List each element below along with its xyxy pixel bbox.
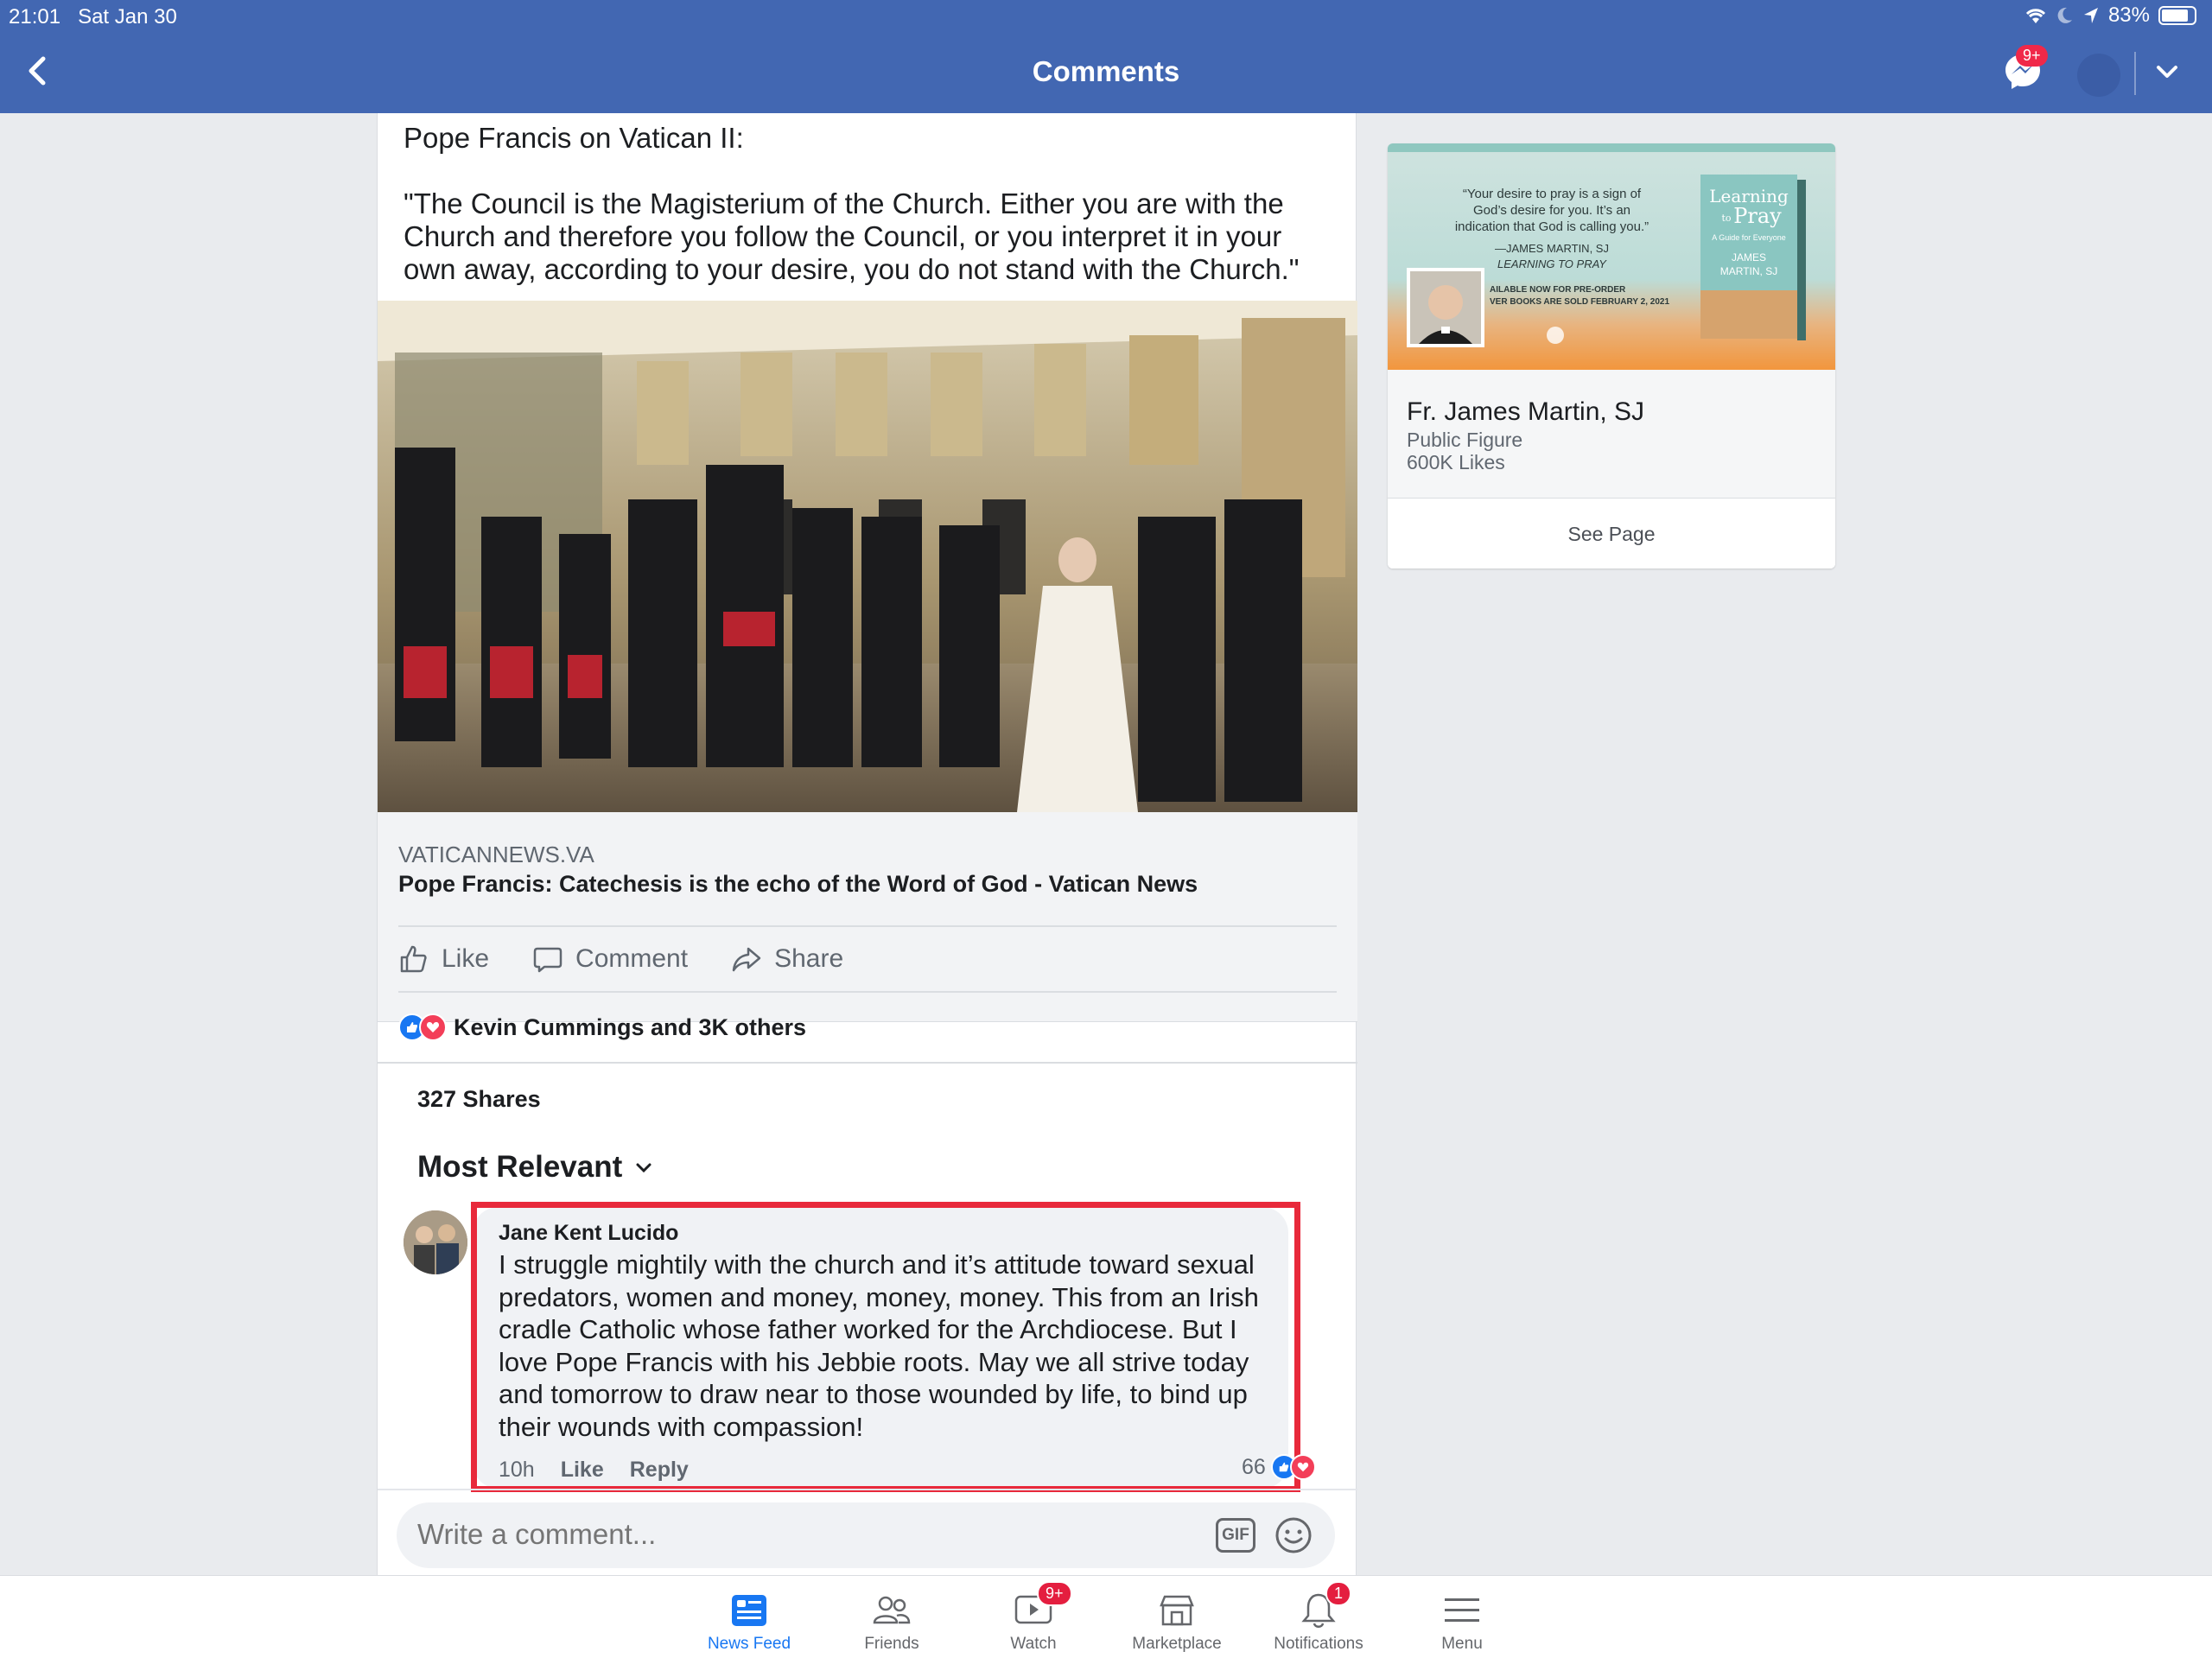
messenger-badge: 9+ — [2016, 45, 2048, 67]
chevron-down-icon[interactable] — [2152, 57, 2183, 88]
status-time: 21:01 Sat Jan 30 — [9, 5, 177, 29]
thumbs-up-icon — [400, 945, 427, 973]
promo-quote-1: “Your desire to pray is a sign of — [1463, 187, 1642, 201]
like-button[interactable]: Like — [398, 943, 489, 975]
location-icon — [2083, 8, 2098, 23]
promo-book-subtitle: A Guide for Everyone — [1712, 233, 1786, 242]
comment-button[interactable]: Comment — [532, 943, 688, 975]
shares-count[interactable]: 327 Shares — [417, 1086, 541, 1113]
page-title: Comments — [1032, 55, 1180, 87]
tab-menu[interactable]: Menu — [1402, 1591, 1522, 1654]
vatican-hall-photo — [378, 301, 1357, 812]
news-feed-icon — [732, 1595, 766, 1626]
post-text-quote: "The Council is the Magisterium of the C… — [404, 187, 1300, 285]
divider — [398, 925, 1337, 927]
moon-icon — [2057, 7, 2072, 23]
tab-label: Notifications — [1274, 1635, 1363, 1653]
sort-label: Most Relevant — [417, 1150, 623, 1184]
comment-sort-dropdown[interactable]: Most Relevant — [417, 1150, 653, 1185]
reactions-summary[interactable]: Kevin Cummings and 3K others — [398, 1013, 806, 1041]
battery-percent: 83% — [2107, 3, 2150, 27]
post-container: Pope Francis on Vatican II: "The Council… — [377, 113, 1357, 1575]
status-indicators: 83% — [2024, 3, 2196, 28]
post-text: Pope Francis on Vatican II: "The Council… — [404, 122, 1337, 319]
comment-composer[interactable]: GIF — [397, 1502, 1335, 1568]
gif-label: GIF — [1222, 1526, 1249, 1544]
link-domain: VATICANNEWS.VA — [398, 842, 594, 867]
tab-label: Friends — [864, 1635, 919, 1653]
tab-watch[interactable]: 9+ Watch — [973, 1581, 1094, 1654]
comment-time: 10h — [499, 1458, 535, 1482]
comment-author[interactable]: Jane Kent Lucido — [499, 1221, 678, 1246]
chevron-down-icon — [636, 1163, 652, 1173]
marketplace-icon — [1160, 1595, 1194, 1626]
watch-badge: 9+ — [1037, 1581, 1072, 1606]
tab-notifications[interactable]: 1 Notifications — [1258, 1581, 1379, 1654]
tab-label: Menu — [1441, 1635, 1483, 1653]
see-page-button[interactable]: See Page — [1388, 498, 1835, 569]
promo-book-author-1: JAMES — [1732, 251, 1766, 264]
notifications-badge: 1 — [1325, 1581, 1352, 1606]
divider — [398, 991, 1337, 993]
gif-button[interactable]: GIF — [1216, 1518, 1255, 1553]
page-suggestion-card[interactable]: “Your desire to pray is a sign of God’s … — [1388, 143, 1835, 569]
promo-book-name: LEARNING TO PRAY — [1497, 257, 1607, 270]
profile-avatar[interactable] — [2077, 54, 2120, 97]
commenter-avatar[interactable] — [404, 1210, 467, 1274]
tab-label: Watch — [1010, 1635, 1057, 1653]
comment-text: I struggle mightily with the church and … — [499, 1249, 1259, 1442]
promo-quote-2: God’s desire for you. It’s an — [1473, 203, 1630, 218]
battery-icon — [2158, 6, 2196, 25]
comment-meta: 10h Like Reply — [499, 1458, 689, 1483]
header-divider — [2134, 52, 2136, 95]
divider — [378, 1062, 1357, 1064]
share-icon — [732, 947, 761, 972]
post-text-intro: Pope Francis on Vatican II: — [404, 122, 744, 154]
tab-news-feed[interactable]: News Feed — [689, 1591, 810, 1654]
page-name[interactable]: Fr. James Martin, SJ — [1407, 397, 1644, 427]
comment-reaction-count: 66 — [1242, 1454, 1266, 1479]
comment-input[interactable] — [417, 1518, 1195, 1551]
share-button[interactable]: Share — [731, 943, 843, 975]
wifi-icon — [2025, 9, 2046, 23]
promo-attribution: —JAMES MARTIN, SJ — [1495, 242, 1609, 255]
status-date: Sat Jan 30 — [78, 5, 177, 29]
tab-friends[interactable]: Friends — [831, 1591, 952, 1654]
comment-like-button[interactable]: Like — [561, 1458, 604, 1483]
book-promo-image: “Your desire to pray is a sign of God’s … — [1388, 143, 1835, 347]
hamburger-menu-icon — [1445, 1598, 1479, 1622]
tab-marketplace[interactable]: Marketplace — [1116, 1591, 1237, 1654]
post-actions: Like Comment Share — [398, 929, 843, 989]
friends-icon — [873, 1596, 911, 1624]
emoji-icon[interactable] — [1274, 1516, 1313, 1554]
comment-reactions[interactable]: 66 — [1242, 1454, 1316, 1480]
page-likes: 600K Likes — [1407, 451, 1505, 473]
love-reaction-icon — [1289, 1454, 1316, 1480]
promo-book-title-2: to — [1721, 213, 1731, 224]
love-reaction-icon — [419, 1013, 447, 1041]
page-cover-image[interactable]: “Your desire to pray is a sign of God’s … — [1388, 143, 1835, 370]
promo-quote-3: indication that God is calling you.” — [1455, 219, 1649, 234]
comment-reaction-icons — [1270, 1454, 1316, 1480]
promo-book-author-2: MARTIN, SJ — [1720, 265, 1777, 277]
bottom-tab-bar: News Feed Friends 9+ Watch Marketplace 1… — [0, 1575, 2212, 1658]
top-bar: 21:01 Sat Jan 30 83% Comments 9+ — [0, 0, 2212, 113]
reaction-icons — [398, 1013, 447, 1041]
tab-label: Marketplace — [1132, 1635, 1222, 1653]
like-label: Like — [442, 944, 490, 973]
share-label: Share — [774, 944, 844, 973]
link-title[interactable]: Pope Francis: Catechesis is the echo of … — [398, 871, 1198, 898]
reactions-text: Kevin Cummings and 3K others — [454, 1013, 807, 1040]
promo-book-title-3: Pray — [1733, 204, 1782, 228]
page-category: Public Figure — [1407, 429, 1523, 451]
comment-icon — [533, 947, 563, 973]
divider — [378, 1489, 1357, 1490]
tab-label: News Feed — [707, 1635, 791, 1653]
promo-preorder-1: AILABLE NOW FOR PRE-ORDER — [1490, 285, 1626, 295]
promo-preorder-2: VER BOOKS ARE SOLD FEBRUARY 2, 2021 — [1490, 297, 1669, 307]
comment-reply-button[interactable]: Reply — [630, 1458, 689, 1483]
comment-label: Comment — [575, 944, 689, 973]
post-photo[interactable] — [378, 301, 1357, 812]
